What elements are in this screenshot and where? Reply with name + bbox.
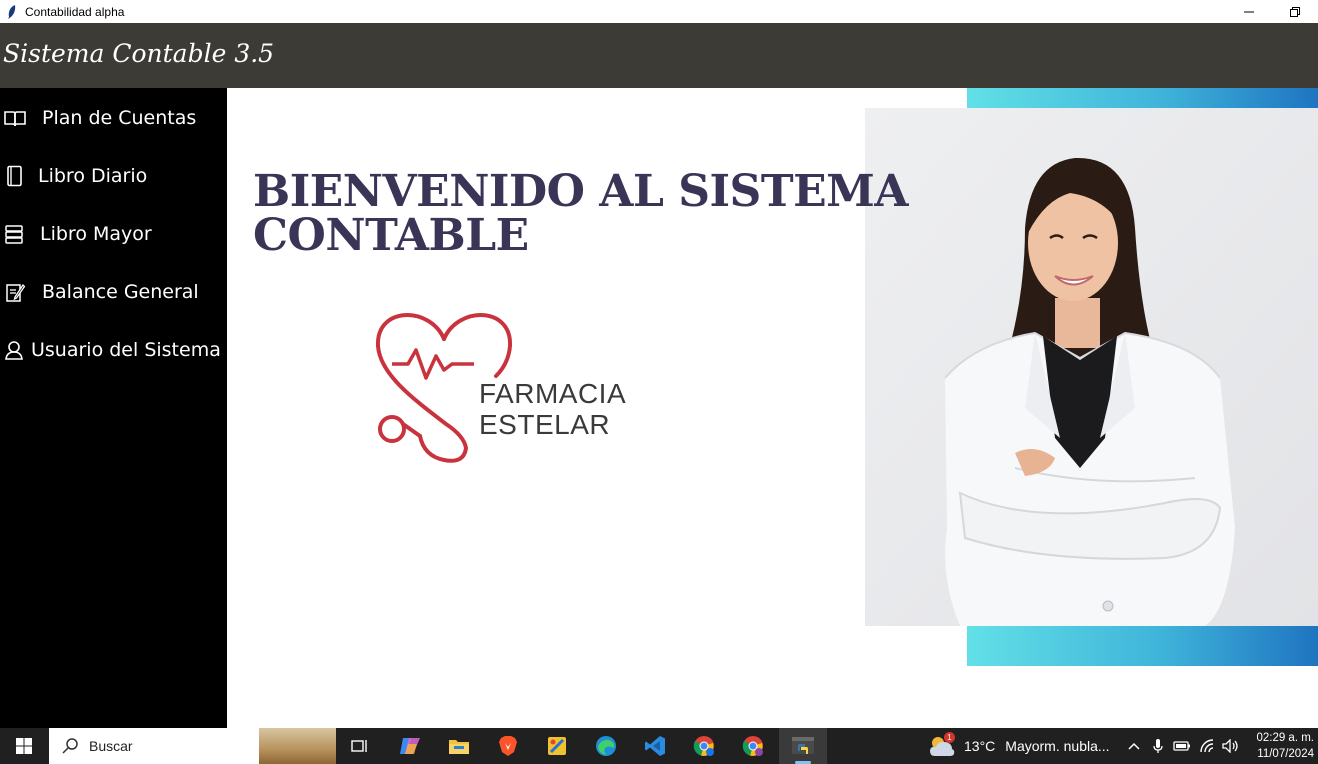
copilot-icon[interactable] xyxy=(386,728,434,764)
weather-alert-badge: 1 xyxy=(944,732,955,743)
sidebar-item-libro-mayor[interactable]: Libro Mayor xyxy=(0,214,227,254)
chrome-icon[interactable] xyxy=(680,728,728,764)
sidebar-item-label: Plan de Cuentas xyxy=(42,107,197,129)
sidebar-item-label: Usuario del Sistema xyxy=(31,339,221,361)
sidebar-item-label: Libro Diario xyxy=(38,165,148,187)
wifi-icon[interactable] xyxy=(1195,728,1219,764)
battery-icon[interactable] xyxy=(1170,728,1194,764)
weather-condition: Mayorm. nubla... xyxy=(1005,738,1110,754)
file-explorer-icon[interactable] xyxy=(435,728,483,764)
window-title: Contabilidad alpha xyxy=(25,4,125,19)
sidebar-item-usuario-del-sistema[interactable]: Usuario del Sistema xyxy=(0,330,227,370)
window-titlebar: Contabilidad alpha xyxy=(0,0,1318,23)
welcome-heading-line: BIENVENIDO AL SISTEMA xyxy=(253,166,908,217)
vscode-icon[interactable] xyxy=(631,728,679,764)
chrome-profile-icon[interactable] xyxy=(729,728,777,764)
snip-tool-icon[interactable] xyxy=(533,728,581,764)
logo-text: FARMACIA ESTELAR xyxy=(479,378,626,440)
open-book-icon xyxy=(4,107,26,129)
clock-time: 02:29 a. m. xyxy=(1256,732,1314,744)
restore-button[interactable] xyxy=(1272,0,1318,23)
clock-date: 11/07/2024 xyxy=(1257,748,1314,760)
start-button[interactable] xyxy=(0,728,48,764)
windows-logo-icon xyxy=(16,738,32,754)
search-highlight-image xyxy=(259,728,336,764)
sidebar-item-plan-de-cuentas[interactable]: Plan de Cuentas xyxy=(0,98,227,138)
search-icon xyxy=(61,737,79,755)
farmacia-estelar-logo: FARMACIA ESTELAR xyxy=(372,306,652,466)
app-title: Sistema Contable 3.5 xyxy=(3,39,275,68)
weather-widget[interactable]: 1 13°C Mayorm. nubla... xyxy=(928,728,1110,764)
user-icon xyxy=(3,339,25,361)
sidebar-item-balance-general[interactable]: Balance General xyxy=(0,272,227,312)
accent-bar-bottom xyxy=(967,626,1318,666)
sidebar-item-label: Balance General xyxy=(42,281,199,303)
app-header: Sistema Contable 3.5 xyxy=(0,23,1318,88)
taskbar: Buscar 1 13°C Mayorm. nubla... 02:29 a. … xyxy=(0,728,1318,764)
feather-app-icon xyxy=(5,4,19,19)
task-view-icon[interactable] xyxy=(336,728,384,764)
speaker-icon[interactable] xyxy=(1219,728,1243,764)
sidebar-item-label: Libro Mayor xyxy=(40,223,152,245)
main-content: BIENVENIDO AL SISTEMA CONTABLE FARMACIA … xyxy=(227,88,1318,728)
microphone-icon[interactable] xyxy=(1146,728,1170,764)
welcome-heading-line: CONTABLE xyxy=(253,210,529,261)
system-clock[interactable]: 02:29 a. m. 11/07/2024 xyxy=(1242,730,1314,762)
edge-browser-icon[interactable] xyxy=(582,728,630,764)
ledger-stack-icon xyxy=(3,223,25,245)
weather-temperature: 13°C xyxy=(964,738,996,754)
edit-document-icon xyxy=(4,281,26,303)
brave-browser-icon[interactable] xyxy=(484,728,532,764)
welcome-heading: BIENVENIDO AL SISTEMA CONTABLE xyxy=(253,170,953,258)
chevron-up-icon[interactable] xyxy=(1122,728,1146,764)
python-app-icon[interactable] xyxy=(779,728,827,764)
sidebar-nav: Plan de Cuentas Libro Diario Libro Mayor… xyxy=(0,88,227,728)
notebook-icon xyxy=(3,165,25,187)
taskbar-search-box[interactable]: Buscar xyxy=(49,728,336,764)
cloudy-weather-icon: 1 xyxy=(928,732,956,758)
sidebar-item-libro-diario[interactable]: Libro Diario xyxy=(0,156,227,196)
minimize-button[interactable] xyxy=(1226,0,1272,23)
logo-text-line: ESTELAR xyxy=(479,409,611,440)
accent-bar-top xyxy=(967,88,1318,108)
search-placeholder: Buscar xyxy=(89,738,133,754)
logo-text-line: FARMACIA xyxy=(479,378,627,409)
